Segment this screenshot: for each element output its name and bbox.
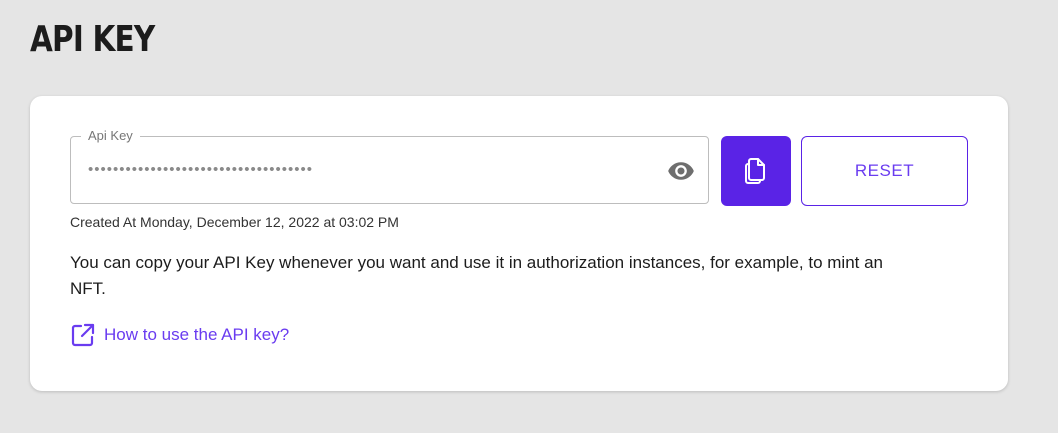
api-key-field[interactable]: Api Key ••••••••••••••••••••••••••••••••…: [70, 128, 709, 204]
api-key-value[interactable]: ••••••••••••••••••••••••••••••••••••: [88, 159, 313, 181]
api-key-description: You can copy your API Key whenever you w…: [70, 253, 884, 298]
eye-icon[interactable]: [667, 157, 695, 185]
copy-icon: [745, 158, 765, 184]
reset-button[interactable]: RESET: [801, 136, 968, 206]
help-link-label: How to use the API key?: [104, 325, 290, 344]
page-title: API KEY: [30, 19, 155, 60]
copy-button[interactable]: [721, 136, 791, 206]
api-key-card: Api Key ••••••••••••••••••••••••••••••••…: [30, 96, 1008, 391]
created-at-text: Created At Monday, December 12, 2022 at …: [70, 214, 399, 230]
external-link-icon: [71, 323, 95, 347]
api-key-label: Api Key: [81, 128, 140, 144]
help-link[interactable]: How to use the API key?: [70, 322, 289, 348]
